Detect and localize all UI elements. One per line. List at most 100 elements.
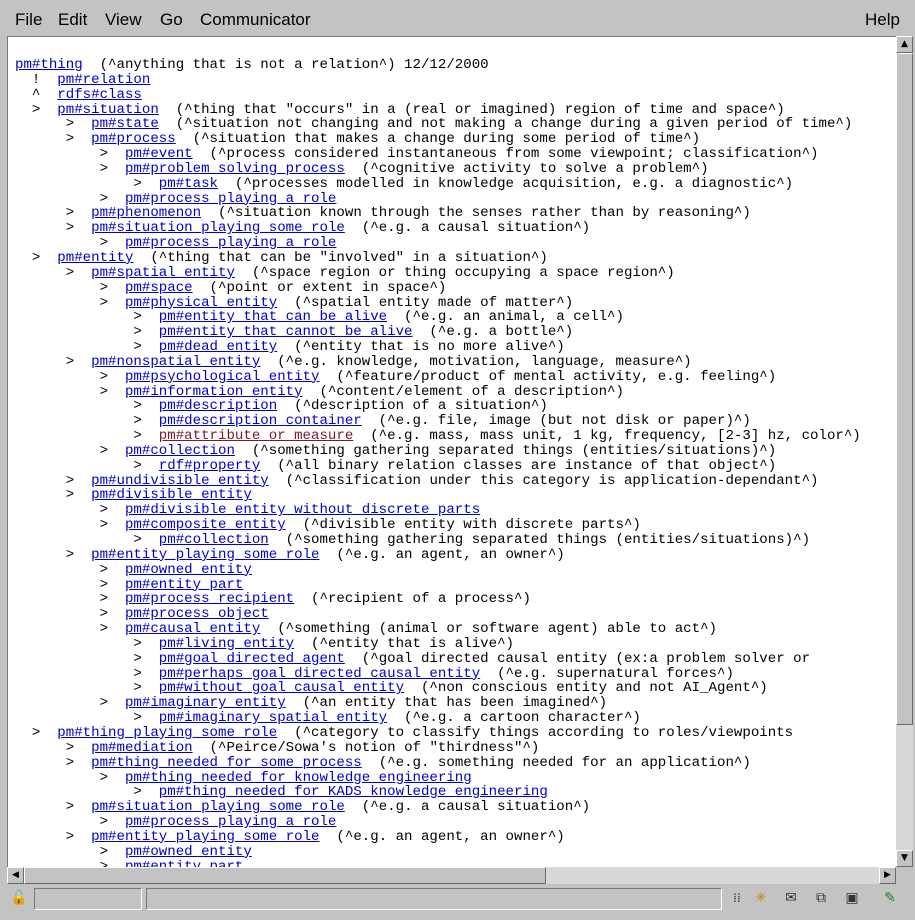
category-link[interactable]: pm#entity: [57, 250, 133, 266]
scroll-down-icon[interactable]: ▼: [896, 850, 913, 867]
category-link[interactable]: pm#owned_entity: [125, 844, 252, 860]
category-link[interactable]: pm#dead_entity: [159, 339, 277, 355]
category-link[interactable]: pm#thing: [15, 57, 83, 73]
category-link[interactable]: rdfs#class: [57, 87, 142, 103]
scroll-up-icon[interactable]: ▲: [896, 36, 913, 53]
category-link[interactable]: pm#process_recipient: [125, 591, 294, 607]
category-link[interactable]: pm#situation_playing_some_role: [91, 799, 345, 815]
category-link[interactable]: pm#process_playing_a_role: [125, 814, 336, 830]
category-link[interactable]: pm#state: [91, 116, 159, 132]
category-link[interactable]: pm#owned_entity: [125, 562, 252, 578]
scroll-right-icon[interactable]: ▶: [879, 867, 896, 884]
category-link[interactable]: pm#nonspatial_entity: [91, 354, 260, 370]
category-comment: (^something (animal or software agent) a…: [260, 621, 717, 638]
horizontal-scrollbar[interactable]: ◀ ▶: [7, 867, 896, 884]
tree-prefix: >: [15, 843, 125, 860]
category-link[interactable]: pm#event: [125, 146, 193, 162]
tree-prefix: >: [15, 517, 125, 534]
navigator-icon[interactable]: ✳: [751, 888, 771, 908]
category-link[interactable]: pm#thing_needed_for_knowledge_engineerin…: [125, 770, 472, 786]
tree-prefix: >: [15, 442, 125, 459]
category-link[interactable]: pm#description: [159, 398, 277, 414]
category-link[interactable]: pm#entity_playing_some_role: [91, 547, 319, 563]
tree-prefix: >: [15, 665, 159, 682]
category-link[interactable]: pm#perhaps_goal_directed_causal_entity: [159, 666, 480, 682]
list-item: > pm#mediation (^Peirce/Sowa's notion of…: [15, 739, 861, 756]
category-comment: (^goal directed causal entity (ex:a prob…: [344, 650, 811, 667]
category-link[interactable]: pm#physical_entity: [125, 295, 277, 311]
category-comment: (^all binary relation classes are instan…: [260, 457, 777, 474]
category-link[interactable]: pm#undivisible_entity: [91, 473, 269, 489]
category-link[interactable]: pm#process: [91, 131, 176, 147]
category-link[interactable]: pm#imaginary_entity: [125, 695, 286, 711]
list-item: > pm#event (^process considered instanta…: [15, 147, 861, 162]
category-link[interactable]: pm#attribute_or_measure: [159, 428, 354, 444]
category-link[interactable]: pm#space: [125, 280, 193, 296]
tree-prefix: >: [15, 621, 125, 638]
category-link[interactable]: pm#entity_part: [125, 577, 243, 593]
category-comment: (^content/element of a description^): [302, 383, 624, 400]
tree-prefix: ^: [15, 86, 58, 103]
category-link[interactable]: pm#goal_directed_agent: [159, 651, 345, 667]
list-item: > pm#entity (^thing that can be "involve…: [15, 251, 861, 266]
category-link[interactable]: pm#divisible_entity: [91, 487, 252, 503]
mail-icon[interactable]: ✉: [781, 888, 801, 908]
list-item: > pm#description (^description of a situ…: [15, 399, 861, 414]
category-comment: (^e.g. supernatural forces^): [480, 665, 734, 682]
category-link[interactable]: pm#entity_that_cannot_be_alive: [159, 324, 413, 340]
category-link[interactable]: pm#problem_solving_process: [125, 161, 345, 177]
category-link[interactable]: pm#collection: [125, 443, 235, 459]
category-link[interactable]: pm#living_entity: [159, 636, 294, 652]
category-link[interactable]: pm#process_playing_a_role: [125, 191, 336, 207]
category-link[interactable]: pm#situation_playing_some_role: [91, 220, 345, 236]
tree-prefix: >: [15, 635, 159, 652]
list-item: > rdf#property (^all binary relation cla…: [15, 457, 861, 474]
document-view[interactable]: pm#thing (^anything that is not a relati…: [7, 36, 897, 868]
vertical-scroll-thumb[interactable]: [896, 53, 913, 725]
category-link[interactable]: pm#without_goal_causal_entity: [159, 680, 404, 696]
discussion-icon[interactable]: ⧉: [811, 888, 831, 908]
menu-view[interactable]: View: [105, 10, 142, 30]
category-comment: (^classification under this category is …: [268, 472, 819, 489]
menu-go[interactable]: Go: [160, 10, 183, 30]
category-link[interactable]: pm#process_playing_a_role: [125, 235, 336, 251]
tree-prefix: >: [15, 739, 92, 756]
scroll-left-icon[interactable]: ◀: [7, 867, 24, 884]
category-link[interactable]: pm#process_object: [125, 606, 269, 622]
category-link[interactable]: pm#task: [159, 176, 218, 192]
category-link[interactable]: pm#situation: [57, 102, 159, 118]
list-item: > pm#undivisible_entity (^classification…: [15, 472, 861, 489]
category-link[interactable]: pm#divisible_entity_without_discrete_par…: [125, 502, 480, 518]
list-item: > pm#without_goal_causal_entity (^non co…: [15, 681, 861, 696]
category-link[interactable]: pm#entity_that_can_be_alive: [159, 309, 387, 325]
category-link[interactable]: pm#collection: [159, 532, 269, 548]
category-link[interactable]: pm#information_entity: [125, 384, 303, 400]
composer-icon[interactable]: ▣: [842, 888, 862, 908]
edit-pencil-icon[interactable]: ✎: [880, 888, 900, 908]
menu-communicator[interactable]: Communicator: [200, 10, 311, 30]
vertical-scrollbar[interactable]: ▲ ▼: [896, 36, 913, 867]
category-link[interactable]: pm#spatial_entity: [91, 265, 235, 281]
tree-prefix: >: [15, 101, 58, 118]
menu-edit[interactable]: Edit: [58, 10, 87, 30]
horizontal-scroll-thumb[interactable]: [24, 867, 546, 884]
category-link[interactable]: pm#imaginary_spatial_entity: [159, 710, 387, 726]
menu-help[interactable]: Help: [865, 10, 900, 30]
category-link[interactable]: pm#description_container: [159, 413, 362, 429]
category-link[interactable]: pm#causal_entity: [125, 621, 260, 637]
category-link[interactable]: pm#composite_entity: [125, 517, 286, 533]
tree-prefix: >: [15, 472, 92, 489]
menu-file[interactable]: File: [15, 10, 42, 30]
category-link[interactable]: pm#mediation: [91, 740, 193, 756]
category-comment: (^something gathering separated things (…: [268, 532, 811, 548]
category-link[interactable]: pm#thing_needed_for_some_process: [91, 755, 362, 771]
lock-icon[interactable]: 🔓: [9, 888, 29, 908]
category-link[interactable]: pm#entity_playing_some_role: [91, 829, 319, 845]
category-link[interactable]: rdf#property: [159, 458, 261, 474]
category-comment: (^spatial entity made of matter^): [277, 294, 574, 311]
category-link[interactable]: pm#phenomenon: [91, 205, 201, 221]
category-link[interactable]: pm#psychological_entity: [125, 369, 320, 385]
category-link[interactable]: pm#thing_playing_some_role: [57, 725, 277, 741]
category-link[interactable]: pm#relation: [57, 72, 150, 88]
category-link[interactable]: pm#thing_needed_for_KADS_knowledge_engin…: [159, 784, 548, 800]
